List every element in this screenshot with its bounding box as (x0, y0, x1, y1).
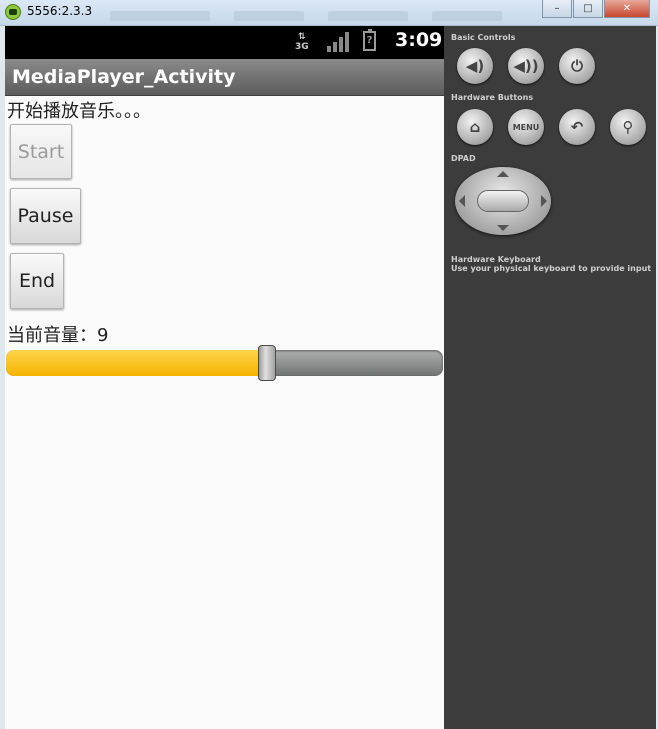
pause-button[interactable]: Pause (10, 188, 81, 244)
network-type-label: 3G (295, 42, 309, 52)
home-icon: ⌂ (469, 118, 481, 136)
power-button[interactable]: ⏻ (559, 48, 595, 84)
power-icon: ⏻ (571, 57, 583, 75)
close-button[interactable]: ✕ (604, 0, 650, 18)
dpad-control[interactable] (455, 167, 551, 235)
status-time: 3:09 (395, 29, 443, 51)
dpad-heading: DPAD (451, 154, 476, 163)
volume-up-icon: ◀)) (513, 57, 539, 75)
hardware-buttons-heading: Hardware Buttons (451, 93, 534, 102)
dpad-right-icon[interactable] (541, 195, 547, 207)
search-button[interactable]: ⚲ (610, 109, 646, 145)
home-button[interactable]: ⌂ (457, 109, 493, 145)
back-icon: ↶ (570, 118, 584, 136)
volume-down-icon: ◀) (465, 57, 485, 75)
signal-strength-icon (327, 32, 349, 52)
hardware-keyboard-hint: Use your physical keyboard to provide in… (451, 264, 652, 273)
basic-controls-heading: Basic Controls (451, 33, 516, 42)
dpad-left-icon[interactable] (459, 195, 465, 207)
playback-status-text: 开始播放音乐。。。 (7, 101, 151, 122)
battery-icon: ? (363, 29, 376, 51)
search-icon: ⚲ (622, 118, 634, 136)
hardware-keyboard-info: Hardware Keyboard Use your physical keyb… (451, 255, 651, 273)
minimize-button[interactable]: – (542, 0, 572, 18)
volume-seekbar-progress (6, 350, 267, 376)
app-title-bar: MediaPlayer_Activity (5, 59, 444, 96)
end-button[interactable]: End (10, 253, 64, 309)
dpad-center-button[interactable] (477, 190, 529, 212)
dpad-up-icon[interactable] (497, 171, 509, 177)
window-title: 5556:2.3.3 (27, 4, 93, 18)
android-screen[interactable]: ⇅ 3G ? 3:09 MediaPlayer_Activity 开始播放音乐。。… (5, 26, 444, 729)
volume-down-button[interactable]: ◀) (457, 48, 493, 84)
volume-label: 当前音量：9 (7, 325, 109, 346)
volume-seekbar-thumb[interactable] (257, 345, 276, 381)
emulator-body: ⇅ 3G ? 3:09 MediaPlayer_Activity 开始播放音乐。。… (5, 26, 656, 729)
back-button[interactable]: ↶ (559, 109, 595, 145)
volume-up-button[interactable]: ◀)) (508, 48, 544, 84)
maximize-button[interactable]: □ (573, 0, 603, 18)
app-title: MediaPlayer_Activity (12, 66, 236, 88)
network-3g-icon: ⇅ 3G (295, 32, 309, 52)
dpad-down-icon[interactable] (497, 225, 509, 231)
start-button[interactable]: Start (10, 124, 72, 179)
volume-seekbar[interactable] (6, 350, 443, 376)
menu-button[interactable]: MENU (508, 109, 544, 145)
hardware-keyboard-heading: Hardware Keyboard (451, 255, 541, 264)
status-bar: ⇅ 3G ? 3:09 (5, 26, 444, 59)
window-controls: – □ ✕ (541, 0, 650, 18)
window-titlebar[interactable]: 5556:2.3.3 – □ ✕ (0, 0, 658, 26)
background-window-titles (110, 6, 540, 21)
emulator-app-icon (5, 4, 21, 20)
emulator-control-panel: Basic Controls ◀) ◀)) ⏻ Hardware Buttons… (444, 26, 656, 729)
